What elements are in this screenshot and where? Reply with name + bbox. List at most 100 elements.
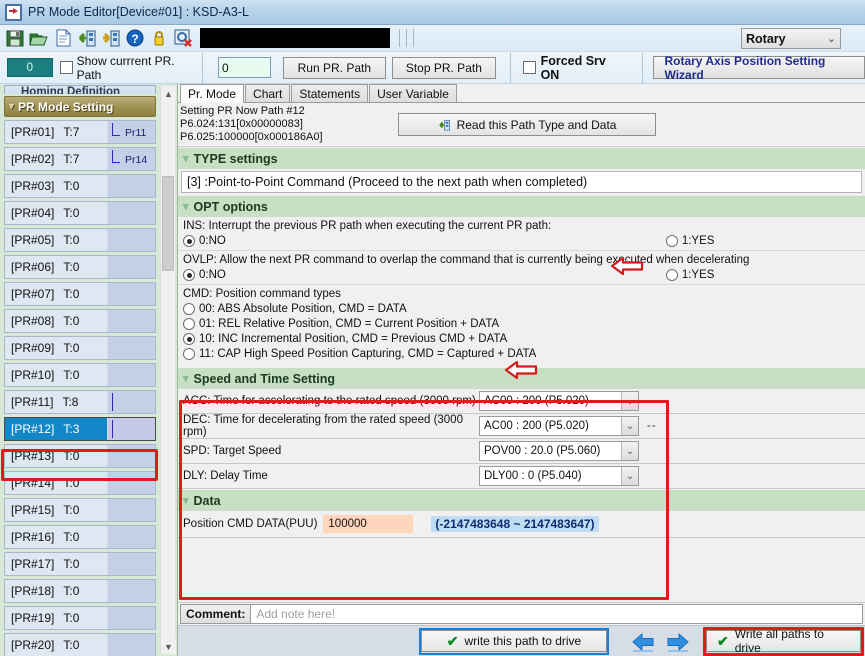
chevron-down-icon[interactable]: ⌄: [621, 392, 638, 410]
data-header[interactable]: ▾ Data: [178, 489, 865, 511]
pr-list-item[interactable]: [PR#20] T:0: [4, 633, 156, 656]
cmd-option-row[interactable]: 10: INC Incremental Position, CMD = Prev…: [183, 333, 865, 345]
pr-item-type: T:0: [63, 557, 80, 571]
type-settings-value[interactable]: [3] :Point-to-Point Command (Proceed to …: [181, 171, 862, 193]
cmd-option-row[interactable]: 01: REL Relative Position, CMD = Current…: [183, 318, 865, 330]
stop-pr-path-button[interactable]: Stop PR. Path: [392, 56, 496, 79]
pr-item-type: T:0: [63, 206, 80, 220]
previous-section-cut[interactable]: Homing Definition: [4, 85, 156, 94]
speed-time-select[interactable]: POV00 : 20.0 (P5.060) ⌄: [479, 441, 639, 461]
lock-icon[interactable]: [148, 27, 170, 49]
tab-statements[interactable]: Statements: [291, 84, 369, 102]
path-number-input[interactable]: 0: [218, 57, 271, 78]
type-settings-header[interactable]: ▾ TYPE settings: [178, 147, 865, 169]
new-document-icon[interactable]: [52, 27, 74, 49]
scroll-down-arrow-icon[interactable]: ▼: [161, 639, 176, 654]
scrollbar-thumb[interactable]: [162, 176, 174, 271]
speed-time-row: SPD: Target Speed POV00 : 20.0 (P5.060) ⌄: [178, 439, 865, 464]
position-cmd-data-range: (-2147483648 ~ 2147483647): [431, 516, 599, 532]
cmd-option-row[interactable]: 00: ABS Absolute Position, CMD = DATA: [183, 303, 865, 315]
pr-item-chain: [108, 202, 155, 224]
pr-item-chain: [108, 526, 155, 548]
comment-label: Comment:: [180, 604, 252, 624]
tab-pr-mode[interactable]: Pr. Mode: [180, 84, 245, 103]
pr-list-item[interactable]: [PR#17] T:0: [4, 552, 156, 576]
position-cmd-data-label: Position CMD DATA(PUU): [183, 518, 318, 530]
pr-list-item[interactable]: [PR#10] T:0: [4, 363, 156, 387]
ovlp-no-radio[interactable]: [183, 269, 195, 281]
pr-item-type: T:0: [63, 449, 80, 463]
sidebar-scrollbar[interactable]: ▲ ▼: [160, 86, 176, 654]
pr-item-tag: Pr11: [125, 127, 147, 140]
pr-item-chain: [108, 283, 155, 305]
scroll-up-arrow-icon[interactable]: ▲: [161, 86, 176, 101]
pr-item-info: [PR#06] T:0: [5, 256, 108, 278]
current-path-display: 0: [7, 58, 53, 77]
chevron-down-icon[interactable]: ⌄: [621, 467, 638, 485]
pr-list-item[interactable]: [PR#01] T:7 Pr11: [4, 120, 156, 144]
speed-time-select[interactable]: AC00 : 200 (P5.020) ⌄: [479, 416, 639, 436]
speed-time-row: ACC: Time for accelerating to the rated …: [178, 389, 865, 414]
cmd-option-radio[interactable]: [183, 303, 195, 315]
speed-time-select-value: AC00 : 200 (P5.020): [484, 395, 589, 407]
pr-list-item[interactable]: [PR#02] T:7 Pr14: [4, 147, 156, 171]
mode-select[interactable]: Rotary ⌄: [741, 28, 841, 49]
chevron-down-icon[interactable]: ⌄: [621, 442, 638, 460]
pr-list-item[interactable]: [PR#08] T:0: [4, 309, 156, 333]
ins-no-radio[interactable]: [183, 235, 195, 247]
write-all-paths-button[interactable]: ✔ Write all paths to drive: [706, 627, 861, 655]
pr-list-item[interactable]: [PR#07] T:0: [4, 282, 156, 306]
pr-list-item[interactable]: [PR#14] T:0: [4, 471, 156, 495]
pr-list-item[interactable]: [PR#03] T:0: [4, 174, 156, 198]
chevron-down-icon[interactable]: ⌄: [621, 417, 638, 435]
position-cmd-data-input[interactable]: 100000: [323, 515, 414, 533]
pr-item-id: [PR#09]: [11, 341, 55, 355]
pr-mode-setting-header[interactable]: ▾ PR Mode Setting: [4, 96, 156, 117]
speed-time-select[interactable]: DLY00 : 0 (P5.040) ⌄: [479, 466, 639, 486]
speed-time-select[interactable]: AC00 : 200 (P5.020) ⌄: [479, 391, 639, 411]
pr-list-item[interactable]: [PR#18] T:0: [4, 579, 156, 603]
rotary-axis-wizard-button[interactable]: Rotary Axis Position Setting Wizard: [653, 54, 865, 82]
ins-yes-radio[interactable]: [665, 235, 678, 247]
pr-item-chain: [108, 229, 155, 251]
chevron-down-icon: ▾: [183, 153, 189, 165]
open-folder-icon[interactable]: [28, 27, 50, 49]
pr-list-item[interactable]: [PR#13] T:0: [4, 444, 156, 468]
help-icon[interactable]: ?: [124, 27, 146, 49]
pr-item-type: T:3: [63, 422, 80, 436]
cmd-option-radio[interactable]: [183, 333, 195, 345]
ovlp-yes-radio[interactable]: [665, 269, 678, 281]
tab-chart[interactable]: Chart: [245, 84, 291, 102]
show-current-path-checkbox[interactable]: [59, 61, 73, 74]
opt-options-header[interactable]: ▾ OPT options: [178, 195, 865, 217]
tab-user-variable[interactable]: User Variable: [369, 84, 457, 102]
write-this-path-button[interactable]: ✔ write this path to drive: [421, 630, 607, 652]
prev-path-arrow-icon[interactable]: [630, 631, 656, 653]
pr-list-item[interactable]: [PR#04] T:0: [4, 201, 156, 225]
pr-list-item[interactable]: [PR#12] T:3: [4, 417, 156, 441]
speed-time-row-label: ACC: Time for accelerating to the rated …: [183, 395, 476, 407]
pr-list-item[interactable]: [PR#16] T:0: [4, 525, 156, 549]
cmd-option-radio[interactable]: [183, 318, 195, 330]
pr-list-item[interactable]: [PR#09] T:0: [4, 336, 156, 360]
cmd-option-label: 10: INC Incremental Position, CMD = Prev…: [199, 333, 508, 345]
comment-input[interactable]: Add note here!: [251, 604, 863, 624]
pr-list-item[interactable]: [PR#06] T:0: [4, 255, 156, 279]
import-icon[interactable]: [76, 27, 98, 49]
cmd-option-radio[interactable]: [183, 348, 195, 360]
run-pr-path-button[interactable]: Run PR. Path: [282, 56, 387, 79]
next-path-arrow-icon[interactable]: [665, 631, 691, 653]
save-icon[interactable]: [4, 27, 26, 49]
chain-elbow-icon: [112, 123, 120, 136]
chevron-down-icon: ▾: [9, 101, 15, 112]
pr-list-item[interactable]: [PR#19] T:0: [4, 606, 156, 630]
pr-list-item[interactable]: [PR#05] T:0: [4, 228, 156, 252]
cmd-option-label: 11: CAP High Speed Position Capturing, C…: [199, 348, 537, 360]
read-path-button[interactable]: Read this Path Type and Data: [397, 113, 656, 136]
forced-srv-on-checkbox[interactable]: [522, 61, 536, 74]
pr-list-item[interactable]: [PR#11] T:8: [4, 390, 156, 414]
pr-list-item[interactable]: [PR#15] T:0: [4, 498, 156, 522]
settings-delete-icon[interactable]: [172, 27, 194, 49]
export-icon[interactable]: [100, 27, 122, 49]
speed-time-label: Speed and Time Setting: [193, 371, 335, 386]
